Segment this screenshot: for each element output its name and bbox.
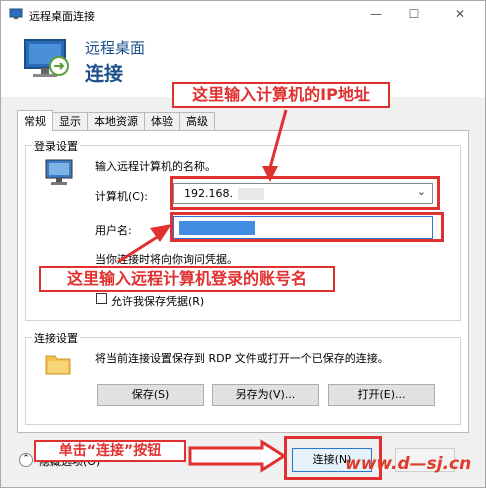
remote-desktop-window: 远程桌面连接 — ☐ ✕ 远程桌面 连接 常规 显示 本地资源 体验 高级 登录… [0,0,486,488]
watermark: www.d—sj.cn [345,454,472,474]
connect-annotation: 单击“连接”按钮 [34,440,186,462]
computer-icon [45,159,73,185]
maximize-button[interactable]: ☐ [399,3,429,25]
ip-annotation: 这里输入计算机的IP地址 [172,82,390,108]
open-button[interactable]: 打开(E)... [328,384,435,406]
title-bar: 远程桌面连接 — ☐ ✕ [1,1,485,29]
login-prompt: 输入远程计算机的名称。 [95,160,216,173]
tab-display[interactable]: 显示 [52,112,88,131]
computer-highlight [170,176,440,210]
login-settings-title: 登录设置 [32,138,80,154]
tab-general[interactable]: 常规 [17,110,53,131]
tab-local-resources[interactable]: 本地资源 [87,112,145,131]
tab-strip: 常规 显示 本地资源 体验 高级 [17,110,215,132]
window-title: 远程桌面连接 [29,10,95,23]
monitor-connect-icon [24,39,69,77]
connection-description: 将当前连接设置保存到 RDP 文件或打开一个已保存的连接。 [95,352,389,365]
banner-subtitle: 远程桌面 [85,39,146,57]
username-highlight [170,212,444,242]
credentials-note: 当你连接时将向你询问凭据。 [95,253,238,266]
minimize-button[interactable]: — [361,3,391,25]
save-button[interactable]: 保存(S) [97,384,204,406]
folder-icon [45,355,71,375]
computer-label: 计算机(C): [95,190,148,203]
tab-experience[interactable]: 体验 [144,112,180,131]
connection-settings-title: 连接设置 [32,330,80,346]
tab-advanced[interactable]: 高级 [179,112,215,131]
username-annotation: 这里输入远程计算机登录的账号名 [39,266,335,292]
save-credentials-checkbox[interactable] [96,293,107,304]
username-label: 用户名: [95,224,132,237]
collapse-options-icon[interactable]: ⌃ [19,453,33,467]
close-button[interactable]: ✕ [445,3,475,25]
banner-title: 连接 [85,63,124,85]
save-as-button[interactable]: 另存为(V)... [212,384,319,406]
save-credentials-label[interactable]: 允许我保存凭据(R) [111,293,204,309]
remote-desktop-icon [9,8,23,19]
